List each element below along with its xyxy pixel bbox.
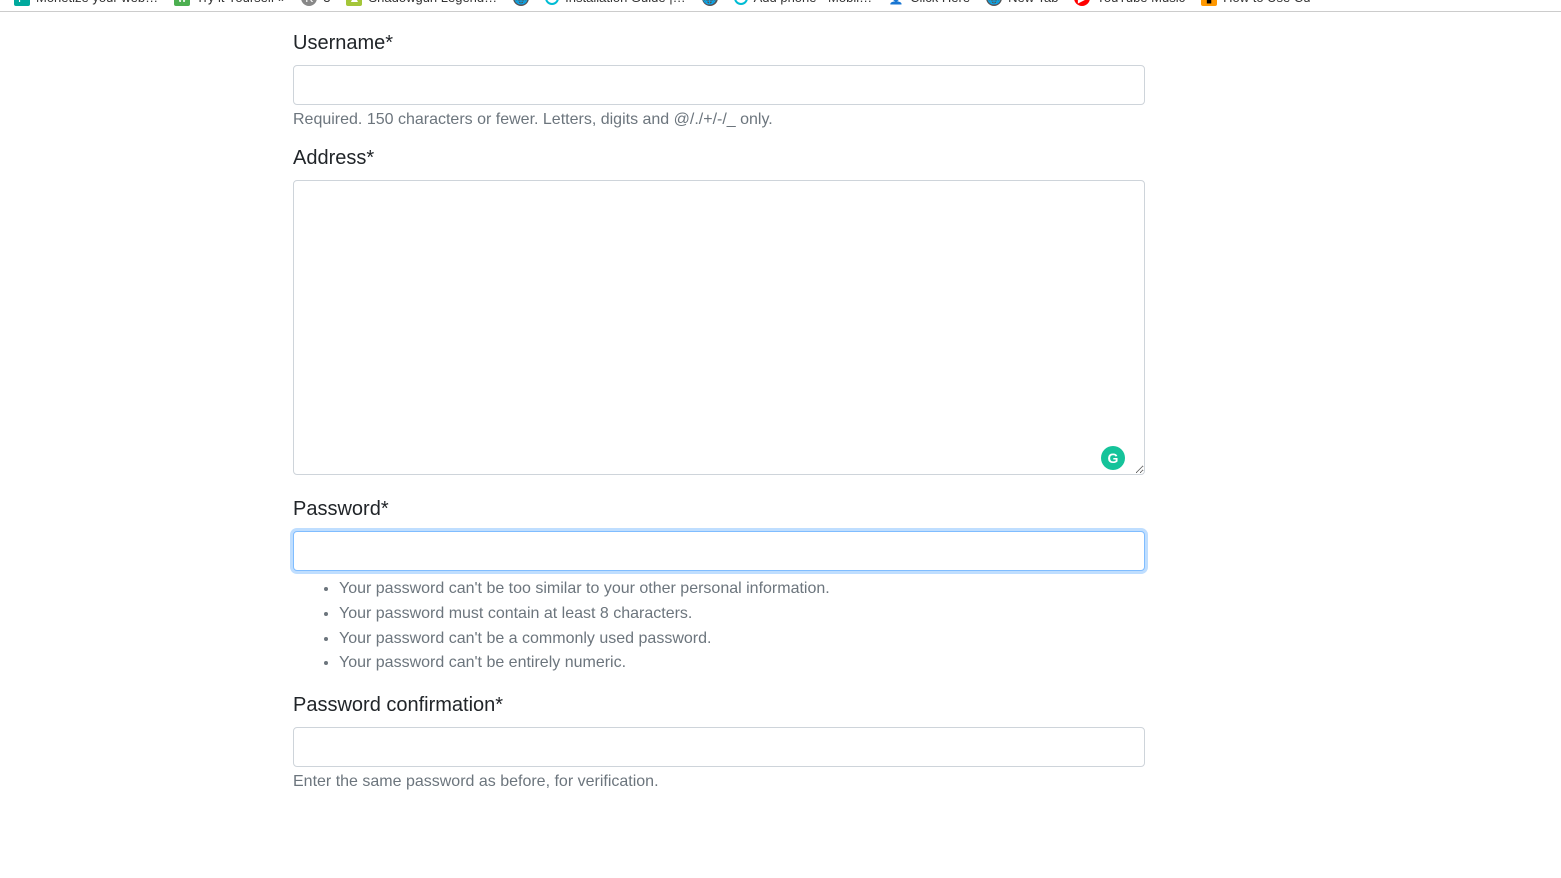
bookmark-icon: [545, 0, 559, 5]
bookmark-label: Installation Guide |…: [565, 0, 685, 5]
registration-form: Username* Required. 150 characters or fe…: [293, 12, 1145, 829]
bookmark-label: 3: [323, 0, 330, 5]
bookmark-label: Shadowgun Legend…: [368, 0, 497, 5]
bookmark-item-11[interactable]: ▮ How to Use Cu: [1195, 0, 1316, 8]
bookmark-label: Add phone - Mobil…: [754, 0, 873, 5]
bookmark-icon: K: [301, 0, 317, 6]
bookmark-item-4[interactable]: 🌐: [507, 0, 535, 8]
bookmark-item-7[interactable]: Add phone - Mobil…: [728, 0, 879, 7]
bookmark-icon: 🌐: [986, 0, 1002, 6]
bookmark-item-5[interactable]: Installation Guide |…: [539, 0, 691, 7]
bookmark-icon: w: [174, 0, 190, 6]
password-rule-item: Your password must contain at least 8 ch…: [339, 602, 1145, 627]
bookmark-icon: ▲: [346, 0, 362, 6]
bookmark-icon: ▶: [1074, 0, 1090, 6]
bookmark-icon: P: [14, 0, 30, 6]
bookmark-item-1[interactable]: w Try it Yourself »: [168, 0, 291, 8]
grammarly-icon[interactable]: G: [1101, 446, 1125, 470]
bookmark-item-2[interactable]: K3: [295, 0, 336, 8]
username-group: Username* Required. 150 characters or fe…: [293, 32, 1145, 129]
address-input[interactable]: [293, 180, 1145, 475]
bookmark-label: Try it Yourself »: [196, 0, 285, 5]
bookmark-label: Click Here: [910, 0, 970, 5]
password-confirm-label: Password confirmation*: [293, 694, 1145, 717]
bookmark-icon: ▮: [1201, 0, 1217, 6]
password-rule-item: Your password can't be a commonly used p…: [339, 627, 1145, 652]
bookmark-label: How to Use Cu: [1223, 0, 1310, 5]
username-input[interactable]: [293, 65, 1145, 105]
bookmarks-bar: PMonetize your web…wTry it Yourself »K3▲…: [0, 0, 1561, 12]
password-label: Password*: [293, 498, 1145, 521]
bookmark-item-10[interactable]: ▶ YouTube Music: [1068, 0, 1191, 8]
bookmark-icon: 🌐: [513, 0, 529, 6]
password-rules-list: Your password can't be too similar to yo…: [293, 577, 1145, 676]
bookmark-item-9[interactable]: 🌐 New Tab: [980, 0, 1064, 8]
bookmark-icon: [734, 0, 748, 5]
password-rule-item: Your password can't be entirely numeric.: [339, 651, 1145, 676]
bookmark-icon: 👤: [888, 0, 904, 6]
username-label: Username*: [293, 32, 1145, 55]
bookmark-icon: 🌐: [702, 0, 718, 6]
bookmark-item-6[interactable]: 🌐: [696, 0, 724, 8]
bookmark-item-8[interactable]: 👤 Click Here: [882, 0, 976, 8]
bookmark-item-3[interactable]: ▲ Shadowgun Legend…: [340, 0, 503, 8]
password-confirm-input[interactable]: [293, 727, 1145, 767]
bookmark-item-0[interactable]: P Monetize your web…: [8, 0, 164, 8]
password-group: Password* Your password can't be too sim…: [293, 498, 1145, 676]
password-confirm-group: Password confirmation* Enter the same pa…: [293, 694, 1145, 791]
address-group: Address* G: [293, 147, 1145, 480]
bookmark-label: New Tab: [1008, 0, 1058, 5]
password-confirm-help-text: Enter the same password as before, for v…: [293, 773, 1145, 791]
address-label: Address*: [293, 147, 1145, 170]
bookmark-label: YouTube Music: [1096, 0, 1185, 5]
username-help-text: Required. 150 characters or fewer. Lette…: [293, 111, 1145, 129]
password-input[interactable]: [293, 531, 1145, 571]
bookmark-label: Monetize your web…: [36, 0, 158, 5]
password-rule-item: Your password can't be too similar to yo…: [339, 577, 1145, 602]
address-textarea-wrapper: G: [293, 180, 1145, 480]
